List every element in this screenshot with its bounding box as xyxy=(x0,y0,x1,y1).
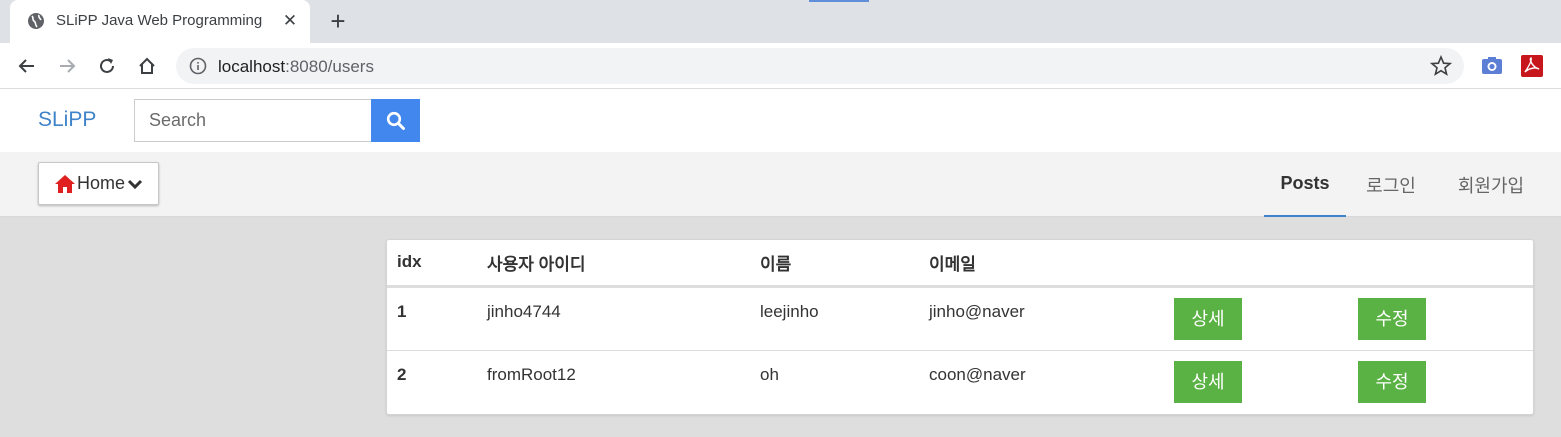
row-idx: 2 xyxy=(397,364,407,384)
column-header-detail xyxy=(1164,240,1348,288)
address-bar[interactable]: localhost:8080/users xyxy=(176,48,1464,84)
row-user-id: jinho4744 xyxy=(477,286,750,351)
column-header-name: 이름 xyxy=(750,240,919,288)
column-header-idx: idx xyxy=(387,240,477,288)
info-icon[interactable] xyxy=(189,57,207,75)
table-row: 2 fromRoot12 oh coon@naver 상세 수정 xyxy=(387,350,1533,414)
plus-icon[interactable]: + xyxy=(325,8,351,34)
column-header-edit xyxy=(1348,240,1533,288)
search-input[interactable] xyxy=(134,99,371,142)
search-button[interactable] xyxy=(371,99,420,142)
nav-signup[interactable]: 회원가입 xyxy=(1445,152,1537,217)
brand-logo[interactable]: SLiPP xyxy=(38,108,96,132)
home-icon xyxy=(55,174,75,193)
site-header: SLiPP xyxy=(0,89,1561,152)
url-path: :8080/users xyxy=(285,57,374,76)
table-header-row: idx 사용자 아이디 이름 이메일 xyxy=(387,240,1533,288)
globe-icon xyxy=(28,13,44,29)
row-email: coon@naver xyxy=(929,364,1026,384)
detail-button[interactable]: 상세 xyxy=(1174,297,1242,340)
chevron-down-icon xyxy=(127,179,143,189)
users-panel: idx 사용자 아이디 이름 이메일 1 jinho4744 leejinho … xyxy=(386,239,1534,415)
row-detail-cell: 상세 xyxy=(1164,286,1348,351)
home-label: Home xyxy=(77,173,126,193)
row-name: leejinho xyxy=(750,286,919,351)
close-icon[interactable]: ✕ xyxy=(280,11,300,31)
home-dropdown-button[interactable]: Home xyxy=(38,162,159,205)
search-icon xyxy=(386,111,405,130)
browser-tabstrip: SLiPP Java Web Programming ✕ + xyxy=(0,0,1561,43)
nav-login[interactable]: 로그인 xyxy=(1352,152,1430,217)
row-edit-cell: 수정 xyxy=(1348,350,1533,414)
pdf-icon[interactable] xyxy=(1520,54,1544,78)
star-icon[interactable] xyxy=(1430,55,1452,77)
loading-indicator xyxy=(809,0,869,2)
browser-tab[interactable]: SLiPP Java Web Programming ✕ xyxy=(10,0,310,43)
table-row: 1 jinho4744 leejinho jinho@naver 상세 수정 xyxy=(387,286,1533,351)
nav-posts[interactable]: Posts xyxy=(1264,152,1346,217)
row-edit-cell: 수정 xyxy=(1348,286,1533,351)
url-host: localhost xyxy=(218,57,286,76)
edit-button[interactable]: 수정 xyxy=(1358,360,1426,403)
navbar: Home Posts 로그인 회원가입 xyxy=(0,152,1561,217)
url-text: localhost:8080/users xyxy=(218,57,374,77)
tab-title: SLiPP Java Web Programming xyxy=(56,12,263,29)
row-name: oh xyxy=(760,364,779,384)
browser-toolbar: localhost:8080/users xyxy=(0,43,1561,89)
row-idx: 1 xyxy=(387,286,477,351)
forward-icon[interactable] xyxy=(54,53,80,79)
row-user-id: fromRoot12 xyxy=(487,364,576,384)
detail-button[interactable]: 상세 xyxy=(1174,360,1242,403)
column-header-user-id: 사용자 아이디 xyxy=(477,240,750,288)
edit-button[interactable]: 수정 xyxy=(1358,297,1426,340)
row-detail-cell: 상세 xyxy=(1164,350,1348,414)
column-header-email: 이메일 xyxy=(919,240,1164,288)
back-icon[interactable] xyxy=(14,53,40,79)
reload-icon[interactable] xyxy=(94,53,120,79)
home-icon[interactable] xyxy=(134,53,160,79)
row-email: jinho@naver xyxy=(919,286,1164,351)
camera-icon[interactable] xyxy=(1480,54,1504,78)
users-table: idx 사용자 아이디 이름 이메일 1 jinho4744 leejinho … xyxy=(387,240,1533,414)
